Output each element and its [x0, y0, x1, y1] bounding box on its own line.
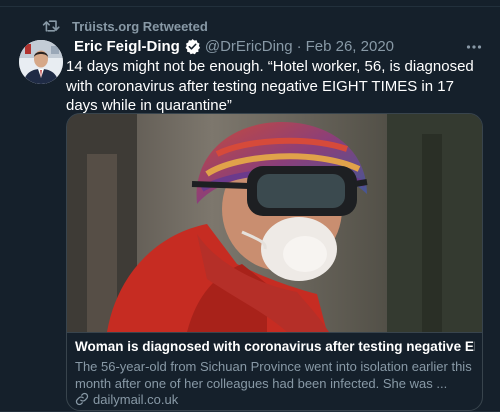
- tweet-date[interactable]: Feb 26, 2020: [306, 38, 394, 55]
- card-domain-label[interactable]: dailymail.co.uk: [93, 392, 178, 407]
- card-description: The 56-year-old from Sichuan Province we…: [75, 359, 472, 391]
- author-name[interactable]: Eric Feigl-Ding: [74, 38, 180, 55]
- top-divider: [0, 6, 500, 7]
- card-meta[interactable]: Woman is diagnosed with coronavirus afte…: [67, 332, 482, 410]
- link-icon: [75, 392, 89, 406]
- retweet-context[interactable]: Trüists.org Retweeted: [40, 14, 208, 38]
- verified-badge-icon: [184, 38, 201, 55]
- author-handle[interactable]: @DrEricDing: [205, 38, 293, 55]
- tweet-text: 14 days might not be enough. “Hotel work…: [66, 58, 474, 114]
- link-card[interactable]: Woman is diagnosed with coronavirus afte…: [66, 113, 483, 411]
- card-title[interactable]: Woman is diagnosed with coronavirus afte…: [75, 339, 475, 354]
- avatar[interactable]: [19, 40, 63, 84]
- more-options-icon[interactable]: [460, 37, 488, 57]
- card-domain[interactable]: dailymail.co.uk: [75, 391, 178, 407]
- tweet-header: Eric Feigl-Ding @DrEricDing · Feb 26, 20…: [74, 36, 474, 56]
- retweeted-by-label[interactable]: Trüists.org Retweeted: [72, 19, 208, 34]
- header-separator: ·: [296, 37, 302, 55]
- article-photo[interactable]: [67, 114, 482, 332]
- retweet-icon: [40, 16, 64, 36]
